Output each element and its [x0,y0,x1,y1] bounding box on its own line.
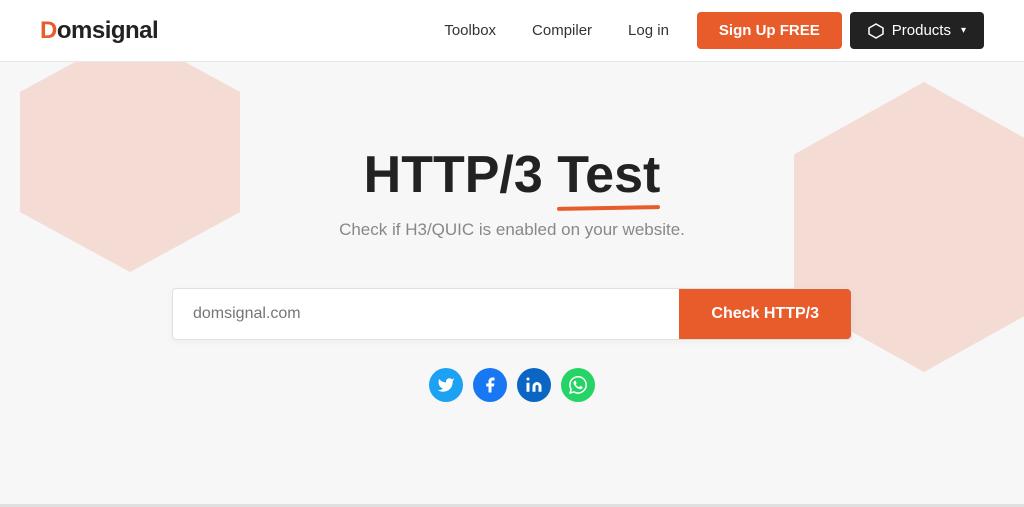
linkedin-icon[interactable] [517,368,551,402]
nav-compiler[interactable]: Compiler [532,22,592,39]
social-icons-row [429,368,595,402]
logo[interactable]: Domsignal [40,17,158,45]
title-http3: HTTP/3 [364,146,558,204]
chevron-down-icon: ▾ [961,25,966,36]
twitter-icon[interactable] [429,368,463,402]
title-test: Test [557,147,660,204]
logo-d: D [40,17,57,45]
hero-subtitle: Check if H3/QUIC is enabled on your webs… [339,220,685,240]
check-button[interactable]: Check HTTP/3 [679,289,851,339]
nav-links: Toolbox Compiler Log in [444,22,669,39]
hex-decoration-left [20,62,240,272]
hero-section: HTTP/3 Test Check if H3/QUIC is enabled … [0,62,1024,507]
products-label: Products [892,22,951,39]
products-button[interactable]: Products ▾ [850,12,984,49]
nav-login[interactable]: Log in [628,22,669,39]
products-icon [868,23,884,39]
facebook-icon[interactable] [473,368,507,402]
logo-text: omsignal [57,17,158,45]
url-search-bar: Check HTTP/3 [172,288,852,340]
url-input[interactable] [173,289,679,339]
nav-toolbox[interactable]: Toolbox [444,22,496,39]
whatsapp-icon[interactable] [561,368,595,402]
navbar: Domsignal Toolbox Compiler Log in Sign U… [0,0,1024,62]
page-title: HTTP/3 Test [364,147,661,204]
signup-button[interactable]: Sign Up FREE [697,12,842,49]
